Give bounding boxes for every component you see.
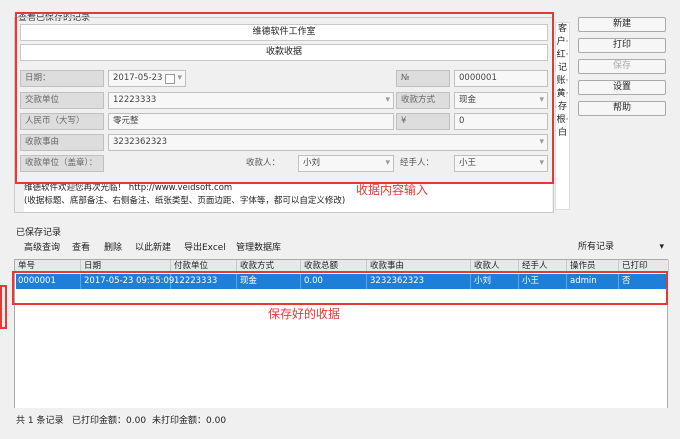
records-toolbar: 高级查询 查看 删除 以此新建 导出Excel 管理数据库 (14, 236, 668, 256)
save-button[interactable]: 保存 (578, 59, 666, 74)
records-filter-select[interactable]: 所有记录 (578, 240, 666, 254)
saved-highlight-box (12, 271, 668, 305)
print-button[interactable]: 打印 (578, 38, 666, 53)
export-excel-button[interactable]: 导出Excel (184, 240, 226, 253)
left-edge-highlight (0, 285, 7, 329)
delete-button[interactable]: 删除 (104, 240, 122, 253)
help-button[interactable]: 帮助 (578, 101, 666, 116)
input-highlight-box (15, 12, 554, 184)
note-area[interactable]: 维德软件欢迎您再次光临！ http://www.veidsoft.com (收据… (24, 182, 552, 212)
advanced-search-button[interactable]: 高级查询 (24, 240, 60, 253)
status-bar: 共 1 条记录 已打印金额：0.00 未打印金额：0.00 (0, 408, 680, 439)
filter-value: 所有记录 (578, 242, 615, 252)
input-hint-text: 收据内容输入 (356, 183, 429, 197)
new-button[interactable]: 新建 (578, 17, 666, 32)
saved-hint-text: 保存好的收据 (268, 307, 341, 321)
settings-button[interactable]: 设置 (578, 80, 666, 95)
unprinted-amount: 未打印金额：0.00 (152, 416, 227, 426)
record-count: 共 1 条记录 (16, 416, 64, 426)
copy-new-button[interactable]: 以此新建 (135, 240, 171, 253)
printed-amount: 已打印金额：0.00 (72, 416, 147, 426)
side-note-vertical: 客户·红·记账·黄·存根·白 (555, 22, 570, 210)
view-button[interactable]: 查看 (72, 240, 90, 253)
manage-db-button[interactable]: 管理数据库 (236, 240, 281, 253)
note-line-2: (收据标题、底部备注、右侧备注、纸张类型、页面边距、字体等，都可以自定义修改) (24, 196, 346, 206)
